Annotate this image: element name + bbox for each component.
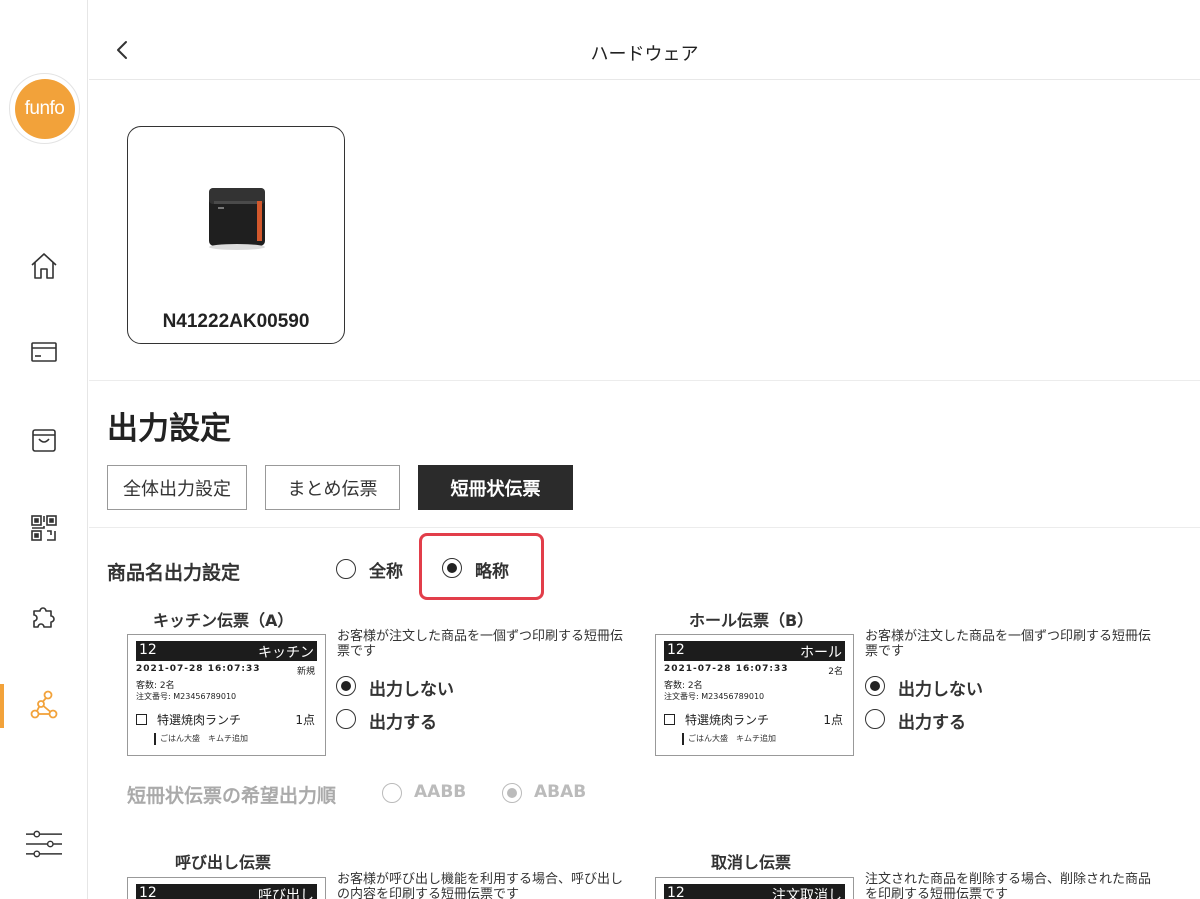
radio-order-aabb-label: AABB xyxy=(414,782,467,802)
sidebar: funfo xyxy=(0,0,88,899)
device-id: N41222AK00590 xyxy=(162,311,310,332)
device-card[interactable]: N41222AK00590 xyxy=(127,126,345,344)
ticket-item: 特選焼肉ランチ xyxy=(136,711,241,728)
nav-active-indicator xyxy=(0,684,4,728)
ticket-qty: 1点 xyxy=(295,713,315,727)
ticket-item-name: 特選焼肉ランチ xyxy=(685,713,770,727)
kitchen-ticket-preview: 12 キッチン 2021-07-28 16:07:33 新規 客数: 2名 注文… xyxy=(127,634,326,756)
ticket-status: 2名 xyxy=(828,667,843,677)
call-slip-description: お客様が呼び出し機能を利用する場合、呼び出しの内容を印刷する短冊伝票です xyxy=(337,872,624,899)
settings-sliders-icon[interactable] xyxy=(26,826,62,862)
ticket-number: 12 xyxy=(667,642,685,658)
cancel-ticket-preview: 12 注文取消し xyxy=(655,877,854,899)
radio-kitchen-no-output-label: 出力しない xyxy=(369,680,454,700)
radio-full-name-label: 全称 xyxy=(369,562,403,582)
qr-code-icon[interactable] xyxy=(26,510,62,546)
radio-hall-no-output[interactable] xyxy=(865,676,885,696)
ticket-order-no: 注文番号: M23456789010 xyxy=(664,692,765,701)
call-ticket-preview: 12 呼び出し xyxy=(127,877,326,899)
header: ハードウェア xyxy=(89,0,1200,80)
ticket-header: 12 呼び出し xyxy=(136,884,317,899)
cancel-slip-description: 注文された商品を削除する場合、削除された商品を印刷する短冊伝票です xyxy=(865,872,1152,899)
output-order-label: 短冊状伝票の希望出力順 xyxy=(127,785,337,807)
card-icon[interactable] xyxy=(26,334,62,370)
ticket-number: 12 xyxy=(667,885,685,899)
divider xyxy=(89,527,1200,528)
ticket-header: 12 ホール xyxy=(664,641,845,661)
radio-hall-output-label: 出力する xyxy=(898,713,966,733)
ticket-number: 12 xyxy=(139,885,157,899)
hall-slip-title: ホール伝票（B） xyxy=(689,611,814,630)
radio-hall-output[interactable] xyxy=(865,709,885,729)
puzzle-icon[interactable] xyxy=(26,598,62,634)
printer-icon xyxy=(204,179,270,255)
divider xyxy=(89,380,1200,381)
radio-kitchen-no-output[interactable] xyxy=(336,676,356,696)
radio-order-abab[interactable] xyxy=(502,783,522,803)
ticket-item-name: 特選焼肉ランチ xyxy=(157,713,242,727)
section-title: 出力設定 xyxy=(107,411,231,447)
page-title: ハードウェア xyxy=(590,44,699,65)
kitchen-slip-title: キッチン伝票（A） xyxy=(153,611,294,630)
main-area: ハードウェア N41222AK00590 出力設定 全体出力設定 まとめ伝票 短… xyxy=(89,0,1200,899)
ticket-order-no: 注文番号: M23456789010 xyxy=(136,692,237,701)
radio-abbreviation[interactable] xyxy=(442,558,462,578)
ticket-destination: 注文取消し xyxy=(772,888,842,899)
ticket-item: 特選焼肉ランチ xyxy=(664,711,769,728)
logo-text: funfo xyxy=(14,78,75,139)
ticket-number: 12 xyxy=(139,642,157,658)
content-panel: N41222AK00590 出力設定 全体出力設定 まとめ伝票 短冊状伝票 商品… xyxy=(89,81,1200,899)
radio-kitchen-output[interactable] xyxy=(336,709,356,729)
radio-abbreviation-label: 略称 xyxy=(475,562,509,582)
checkbox-icon xyxy=(136,714,147,725)
cancel-slip-title: 取消し伝票 xyxy=(711,853,792,872)
bag-icon[interactable] xyxy=(26,422,62,458)
tab-summary-slip[interactable]: まとめ伝票 xyxy=(265,465,400,510)
call-slip-title: 呼び出し伝票 xyxy=(175,853,272,872)
ticket-datetime: 2021-07-28 16:07:33 xyxy=(136,664,261,674)
radio-full-name[interactable] xyxy=(336,559,356,579)
radio-hall-no-output-label: 出力しない xyxy=(898,680,983,700)
hall-slip-description: お客様が注文した商品を一個ずつ印刷する短冊伝票です xyxy=(865,629,1152,659)
logo[interactable]: funfo xyxy=(9,73,80,144)
ticket-destination: ホール xyxy=(800,645,842,661)
ticket-status: 新規 xyxy=(296,667,315,677)
radio-order-aabb[interactable] xyxy=(382,783,402,803)
tab-overall-output[interactable]: 全体出力設定 xyxy=(107,465,247,510)
checkbox-icon xyxy=(664,714,675,725)
ticket-destination: 呼び出し xyxy=(258,888,314,899)
ticket-destination: キッチン xyxy=(258,645,314,661)
kitchen-slip-description: お客様が注文した商品を一個ずつ印刷する短冊伝票です xyxy=(337,629,624,659)
ticket-options: ごはん大盛 キムチ追加 xyxy=(682,733,776,745)
ticket-qty: 1点 xyxy=(823,713,843,727)
ticket-header: 12 注文取消し xyxy=(664,884,845,899)
radio-kitchen-output-label: 出力する xyxy=(369,713,437,733)
ticket-guests: 客数: 2名 xyxy=(664,681,703,691)
ticket-guests: 客数: 2名 xyxy=(136,681,175,691)
radio-order-abab-label: ABAB xyxy=(534,782,587,802)
hall-ticket-preview: 12 ホール 2021-07-28 16:07:33 2名 客数: 2名 注文番… xyxy=(655,634,854,756)
network-icon[interactable] xyxy=(26,687,62,723)
home-icon[interactable] xyxy=(26,248,62,284)
ticket-datetime: 2021-07-28 16:07:33 xyxy=(664,664,789,674)
ticket-header: 12 キッチン xyxy=(136,641,317,661)
ticket-options: ごはん大盛 キムチ追加 xyxy=(154,733,248,745)
tab-strip-slip[interactable]: 短冊状伝票 xyxy=(418,465,573,510)
product-name-setting-label: 商品名出力設定 xyxy=(107,562,241,584)
